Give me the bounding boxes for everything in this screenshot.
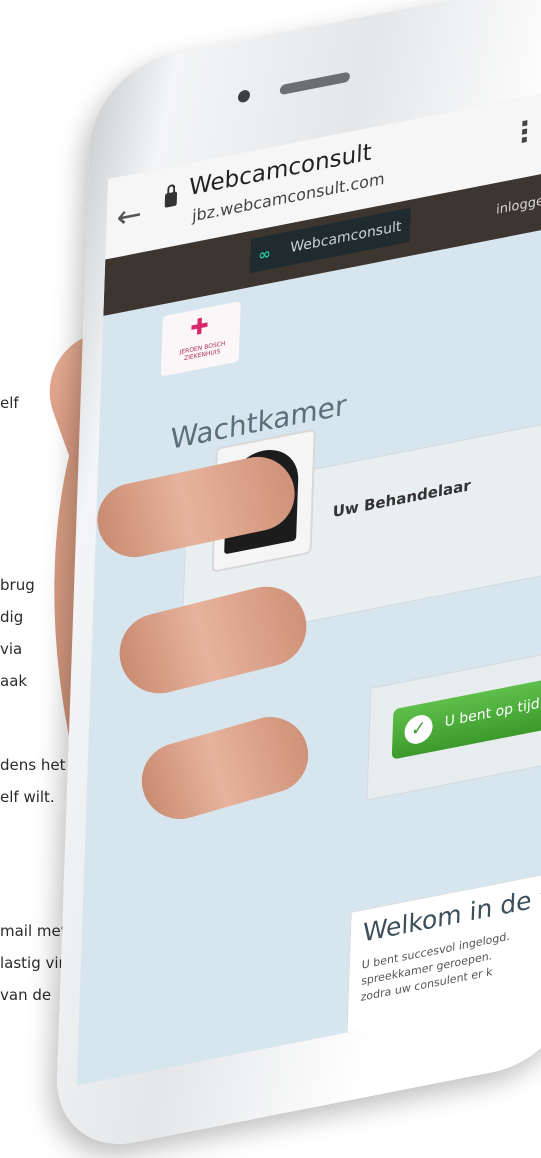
webcamconsult-logo-icon: ∞ <box>257 244 272 265</box>
smartphone: ← Webcamconsult jbz.webcamconsult.com ⋮ … <box>54 0 541 1158</box>
bg-text-line: via <box>0 640 23 658</box>
lock-icon <box>164 191 178 208</box>
arrow-left-icon[interactable]: ← <box>116 196 142 236</box>
bg-text-line: brug <box>0 576 35 594</box>
bg-text-line: elf wilt. <box>0 788 55 806</box>
on-time-label: U bent op tijd <box>444 695 540 731</box>
bg-text-line: mail met <box>0 922 67 940</box>
bg-text-line: dens het <box>0 756 66 774</box>
earpiece-speaker <box>279 71 351 96</box>
bg-text-line: dig <box>0 608 24 626</box>
phone-screen: ← Webcamconsult jbz.webcamconsult.com ⋮ … <box>76 77 541 1086</box>
more-vertical-icon[interactable]: ⋮ <box>510 112 539 151</box>
welcome-title: Welkom in de wa <box>362 876 541 948</box>
hospital-logo-text: JEROEN BOSCH ZIEKENHUIS <box>179 340 226 363</box>
welcome-card: Welkom in de wa U bent succesvol ingelog… <box>345 854 541 1076</box>
cross-icon: ✚ <box>189 313 210 343</box>
login-link[interactable]: inloggen <box>496 192 541 218</box>
hospital-logo: ✚ JEROEN BOSCH ZIEKENHUIS <box>160 300 241 377</box>
brand-name: Webcamconsult <box>290 218 402 257</box>
bg-text-line: aak <box>0 672 28 690</box>
front-camera-icon <box>237 89 251 104</box>
check-icon: ✓ <box>404 712 434 747</box>
bg-text-line: van de <box>0 986 52 1004</box>
bg-text-line: elf <box>0 394 19 412</box>
